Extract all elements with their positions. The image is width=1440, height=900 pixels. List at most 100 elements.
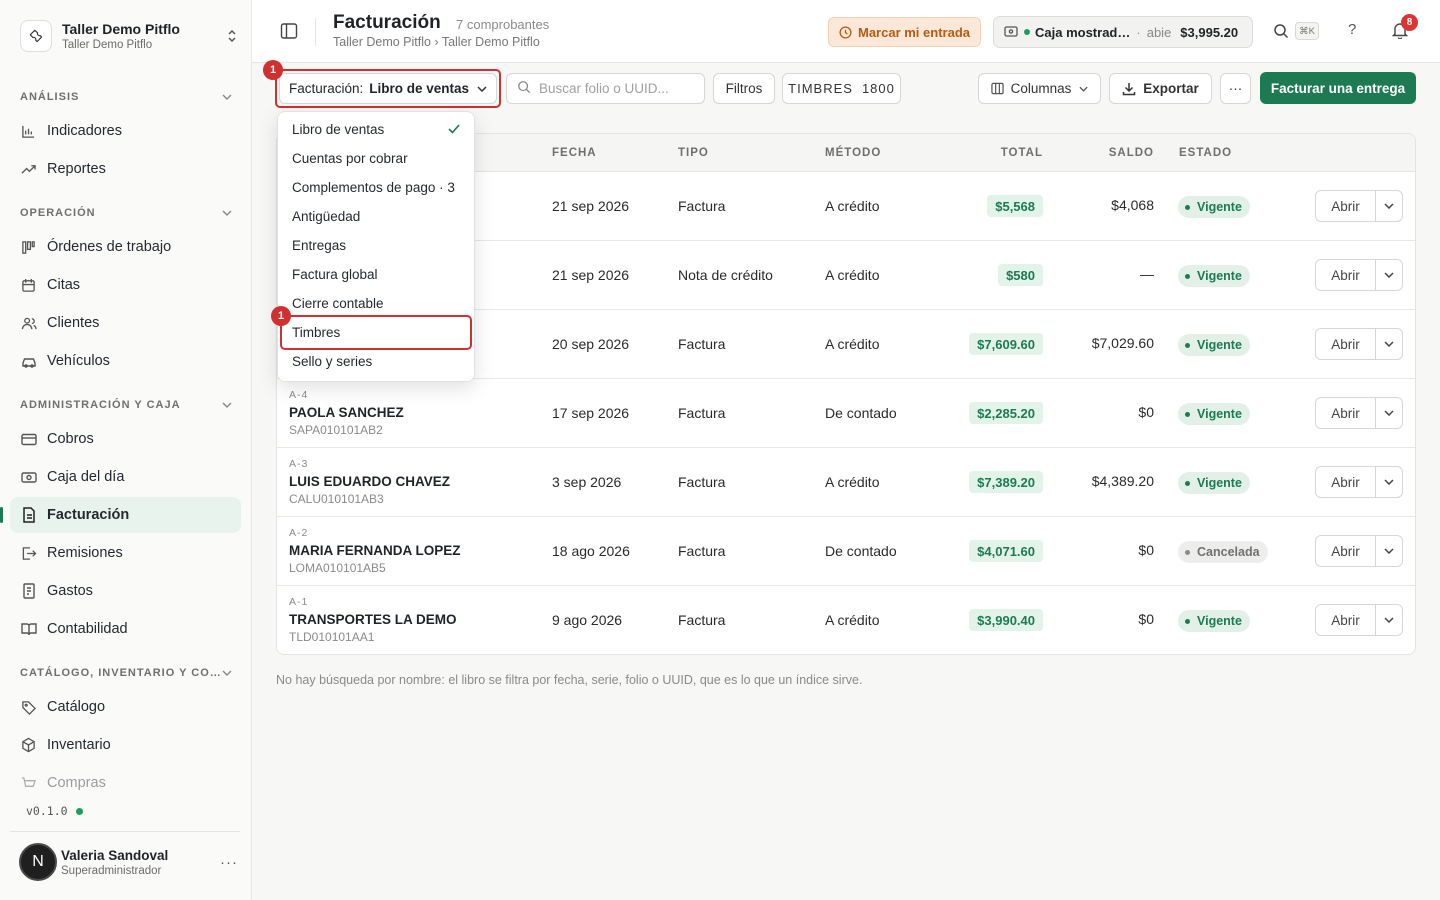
open-button[interactable]: Abrir bbox=[1315, 466, 1376, 498]
search-input[interactable] bbox=[539, 81, 699, 96]
help-icon[interactable]: ? bbox=[1348, 21, 1356, 38]
workspace-switcher[interactable]: Taller Demo Pitflo Taller Demo Pitflo bbox=[20, 18, 240, 54]
status-dot bbox=[1185, 204, 1190, 210]
sidebar-item-inventario[interactable]: Inventario bbox=[10, 727, 241, 763]
open-button[interactable]: Abrir bbox=[1315, 604, 1376, 636]
open-options-button[interactable] bbox=[1375, 190, 1403, 222]
col-saldo[interactable]: SALDO bbox=[1109, 147, 1154, 159]
date-cell: 18 ago 2026 bbox=[552, 543, 630, 559]
client-name: LUIS EDUARDO CHAVEZ bbox=[289, 474, 451, 489]
section-operacion[interactable]: OPERACIÓN bbox=[20, 205, 232, 221]
col-tipo[interactable]: TIPO bbox=[678, 147, 709, 159]
book-icon bbox=[20, 621, 37, 638]
bar-chart-icon bbox=[20, 123, 37, 140]
client-name: PAOLA SANCHEZ bbox=[289, 405, 404, 420]
status-badge: Cancelada bbox=[1178, 541, 1268, 563]
divider bbox=[10, 831, 240, 832]
col-fecha[interactable]: FECHA bbox=[552, 147, 597, 159]
open-button[interactable]: Abrir bbox=[1315, 328, 1376, 360]
client-name: MARIA FERNANDA LOPEZ bbox=[289, 543, 461, 558]
create-invoice-button[interactable]: Facturar una entrega bbox=[1260, 72, 1416, 104]
clock-in-button[interactable]: Marcar mi entrada bbox=[828, 17, 981, 47]
workspace-name: Taller Demo Pitflo bbox=[62, 20, 180, 37]
status-dot bbox=[1185, 480, 1190, 486]
columns-button[interactable]: Columnas bbox=[978, 73, 1101, 104]
card-icon bbox=[20, 431, 37, 448]
col-total[interactable]: TOTAL bbox=[1001, 147, 1043, 159]
date-cell: 20 sep 2026 bbox=[552, 336, 630, 352]
status-dot bbox=[1185, 618, 1190, 624]
sidebar-item-ordenes[interactable]: Órdenes de trabajo bbox=[10, 229, 241, 265]
open-options-button[interactable] bbox=[1375, 259, 1403, 291]
table-row[interactable]: A-4 PAOLA SANCHEZ SAPA010101AB2 17 sep 2… bbox=[277, 379, 1415, 448]
date-cell: 3 sep 2026 bbox=[552, 474, 622, 490]
chevron-down-icon bbox=[1079, 86, 1088, 92]
col-estado[interactable]: ESTADO bbox=[1179, 147, 1232, 159]
kanban-icon bbox=[20, 239, 37, 256]
sidebar-item-citas[interactable]: Citas bbox=[10, 267, 241, 303]
menu-item-factura-global[interactable]: Factura global bbox=[278, 260, 474, 289]
more-options-button[interactable]: ··· bbox=[1220, 73, 1251, 104]
col-metodo[interactable]: MÉTODO bbox=[825, 147, 881, 159]
app-version: v0.1.0 bbox=[26, 804, 83, 818]
menu-item-libro-de-ventas[interactable]: Libro de ventas bbox=[278, 115, 474, 144]
date-cell: 21 sep 2026 bbox=[552, 198, 630, 214]
open-options-button[interactable] bbox=[1375, 604, 1403, 636]
table-row[interactable]: A-2 MARIA FERNANDA LOPEZ LOMA010101AB5 1… bbox=[277, 517, 1415, 586]
sidebar-item-cobros[interactable]: Cobros bbox=[10, 421, 241, 457]
total-amount: $7,389.20 bbox=[969, 471, 1043, 493]
open-options-button[interactable] bbox=[1375, 328, 1403, 360]
search-icon bbox=[517, 80, 531, 97]
box-icon bbox=[20, 737, 37, 754]
chevron-down-icon bbox=[222, 94, 232, 100]
filters-button[interactable]: Filtros bbox=[713, 73, 775, 104]
open-options-button[interactable] bbox=[1375, 466, 1403, 498]
status-badge: Vigente bbox=[1178, 610, 1250, 632]
section-analisis[interactable]: ANÁLISIS bbox=[20, 89, 232, 105]
user-menu[interactable]: N Valeria Sandoval Superadministrador ··… bbox=[19, 843, 239, 881]
status-badge: Vigente bbox=[1178, 472, 1250, 494]
sidebar-item-clientes[interactable]: Clientes bbox=[10, 305, 241, 341]
folio: A-2 bbox=[289, 527, 309, 539]
sidebar-item-reportes[interactable]: Reportes bbox=[10, 151, 241, 187]
table-row[interactable]: A-1 TRANSPORTES LA DEMO TLD010101AA1 9 a… bbox=[277, 586, 1415, 654]
menu-item-sello-y-series[interactable]: Sello y series bbox=[278, 347, 474, 376]
notification-badge: 8 bbox=[1401, 14, 1418, 31]
sidebar-toggle-icon[interactable] bbox=[280, 22, 300, 42]
export-button[interactable]: Exportar bbox=[1109, 73, 1212, 104]
menu-item-cuentas-por-cobrar[interactable]: Cuentas por cobrar bbox=[278, 144, 474, 173]
sidebar-item-indicadores[interactable]: Indicadores bbox=[10, 113, 241, 149]
search-icon[interactable] bbox=[1273, 23, 1289, 42]
menu-item-entregas[interactable]: Entregas bbox=[278, 231, 474, 260]
more-icon[interactable]: ··· bbox=[219, 854, 239, 871]
type-cell: Factura bbox=[678, 612, 726, 628]
open-button[interactable]: Abrir bbox=[1315, 535, 1376, 567]
sidebar-item-vehiculos[interactable]: Vehículos bbox=[10, 343, 241, 379]
sidebar-item-contabilidad[interactable]: Contabilidad bbox=[10, 611, 241, 647]
sidebar-item-gastos[interactable]: Gastos bbox=[10, 573, 241, 609]
open-options-button[interactable] bbox=[1375, 397, 1403, 429]
user-role: Superadministrador bbox=[61, 864, 162, 877]
sidebar-item-compras[interactable]: Compras bbox=[10, 765, 241, 801]
section-administracion[interactable]: ADMINISTRACIÓN Y CAJA bbox=[20, 397, 232, 413]
search-field[interactable] bbox=[506, 73, 705, 104]
section-catalogo[interactable]: CATÁLOGO, INVENTARIO Y CO… bbox=[20, 665, 232, 681]
menu-item-antiguedad[interactable]: Antigüedad bbox=[278, 202, 474, 231]
cash-register-status[interactable]: Caja mostrad… · abie $3,995.20 bbox=[993, 16, 1253, 48]
open-options-button[interactable] bbox=[1375, 535, 1403, 567]
menu-item-complementos-de-pago[interactable]: Complementos de pago · 3 bbox=[278, 173, 474, 202]
table-row[interactable]: A-3 LUIS EDUARDO CHAVEZ CALU010101AB3 3 … bbox=[277, 448, 1415, 517]
sidebar-item-facturacion[interactable]: Facturación bbox=[0, 497, 241, 533]
sidebar-item-caja[interactable]: Caja del día bbox=[10, 459, 241, 495]
chevron-down-icon bbox=[1384, 410, 1394, 416]
open-button[interactable]: Abrir bbox=[1315, 190, 1376, 222]
sidebar-item-catalogo[interactable]: Catálogo bbox=[10, 689, 241, 725]
sidebar-item-remisiones[interactable]: Remisiones bbox=[10, 535, 241, 571]
open-button[interactable]: Abrir bbox=[1315, 397, 1376, 429]
divider bbox=[315, 18, 316, 46]
open-button[interactable]: Abrir bbox=[1315, 259, 1376, 291]
status-badge: Vigente bbox=[1178, 196, 1250, 218]
timbres-button[interactable]: TIMBRES 1800 bbox=[782, 73, 901, 104]
cash-icon bbox=[1004, 25, 1018, 40]
menu-item-cierre-contable[interactable]: Cierre contable bbox=[278, 289, 474, 318]
